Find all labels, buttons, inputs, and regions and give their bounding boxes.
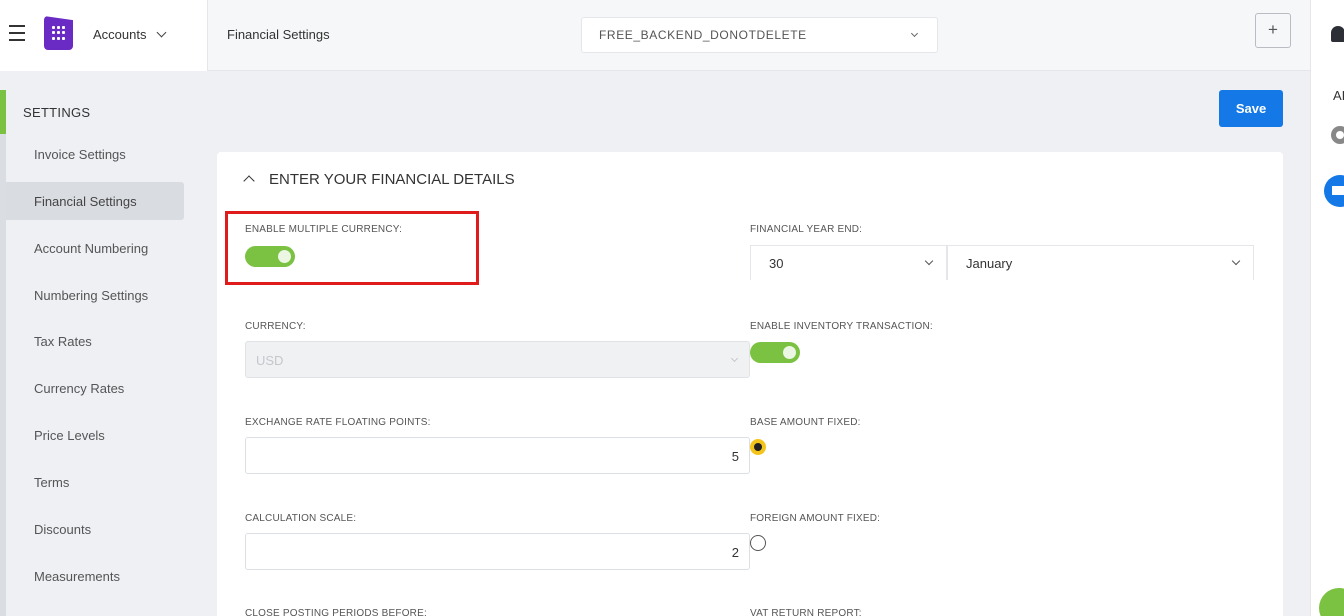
card-title: ENTER YOUR FINANCIAL DETAILS: [269, 171, 515, 188]
calculation-scale-input[interactable]: 2: [245, 533, 750, 570]
gear-icon[interactable]: [1331, 126, 1344, 144]
chevron-down-icon: [157, 27, 167, 38]
ai-label[interactable]: AI: [1333, 88, 1344, 103]
sidebar-heading: SETTINGS: [23, 105, 91, 120]
close-posting-periods-label: CLOSE POSTING PERIODS BEFORE:: [245, 608, 427, 616]
page-title: Financial Settings: [227, 27, 330, 42]
sidebar-item-measurements[interactable]: Measurements: [6, 557, 184, 595]
sidebar-item-numbering-settings[interactable]: Numbering Settings: [6, 276, 184, 314]
sidebar-item-account-numbering[interactable]: Account Numbering: [6, 229, 184, 267]
foreign-amount-fixed-label: FOREIGN AMOUNT FIXED:: [750, 513, 881, 524]
app-header: Accounts: [0, 0, 208, 71]
chat-icon[interactable]: [1319, 588, 1344, 616]
calculation-scale-label: CALCULATION SCALE:: [245, 513, 357, 524]
enable-multiple-currency-toggle[interactable]: [245, 246, 295, 267]
toggle-knob: [278, 250, 291, 263]
enable-multiple-currency-label: ENABLE MULTIPLE CURRENCY:: [245, 224, 403, 235]
chevron-up-icon: [243, 175, 255, 187]
vat-return-report-label: VAT RETURN REPORT:: [750, 608, 862, 616]
financial-year-end-label: FINANCIAL YEAR END:: [750, 224, 863, 235]
mail-icon[interactable]: [1324, 175, 1344, 207]
sidebar-item-tax-rates[interactable]: Tax Rates: [6, 322, 184, 360]
company-selector[interactable]: FREE_BACKEND_DONOTDELETE: [581, 17, 938, 53]
enable-inventory-transaction-toggle[interactable]: [750, 342, 800, 363]
chevron-down-icon: [1231, 256, 1241, 266]
right-rail: AI: [1310, 0, 1344, 616]
top-bar: Accounts Financial Settings FREE_BACKEND…: [0, 0, 1310, 71]
sidebar-item-terms[interactable]: Terms: [6, 463, 184, 501]
sidebar-item-discounts[interactable]: Discounts: [6, 510, 184, 548]
financial-details-card: ENTER YOUR FINANCIAL DETAILS ENABLE MULT…: [217, 152, 1283, 616]
currency-value: USD: [256, 353, 284, 368]
toggle-knob: [783, 346, 796, 359]
chevron-down-icon: [910, 29, 919, 38]
settings-sidebar: SETTINGS Invoice Settings Financial Sett…: [0, 72, 208, 616]
financial-year-end-day-value: 30: [769, 256, 784, 271]
sidebar-item-financial-settings[interactable]: Financial Settings: [6, 182, 184, 220]
chevron-down-icon: [924, 256, 934, 266]
add-button[interactable]: +: [1255, 13, 1291, 48]
company-selector-value: FREE_BACKEND_DONOTDELETE: [599, 28, 807, 42]
exchange-rate-floating-points-input[interactable]: 5: [245, 437, 750, 474]
accounts-menu-label: Accounts: [93, 27, 147, 42]
bell-icon[interactable]: [1331, 26, 1344, 42]
sidebar-item-invoice-settings[interactable]: Invoice Settings: [6, 135, 184, 173]
hamburger-menu-icon[interactable]: [9, 25, 25, 43]
base-amount-fixed-label: BASE AMOUNT FIXED:: [750, 417, 861, 428]
sidebar-accent-bar: [0, 90, 6, 134]
base-amount-fixed-radio[interactable]: [750, 439, 766, 455]
chevron-down-icon: [730, 354, 739, 363]
financial-details-toggle[interactable]: ENTER YOUR FINANCIAL DETAILS: [243, 171, 515, 188]
foreign-amount-fixed-radio[interactable]: [750, 535, 766, 551]
exchange-rate-floating-points-label: EXCHANGE RATE FLOATING POINTS:: [245, 417, 431, 428]
currency-select: USD: [245, 341, 750, 378]
accounts-menu[interactable]: Accounts: [93, 27, 167, 42]
financial-year-end-day-select[interactable]: 30: [750, 245, 947, 280]
sidebar-item-currency-rates[interactable]: Currency Rates: [6, 369, 184, 407]
save-button[interactable]: Save: [1219, 90, 1283, 127]
financial-year-end-month-value: January: [966, 256, 1013, 271]
app-logo[interactable]: [44, 16, 73, 50]
financial-year-end-month-select[interactable]: January: [947, 245, 1254, 280]
sidebar-item-price-levels[interactable]: Price Levels: [6, 416, 184, 454]
enable-inventory-transaction-label: ENABLE INVENTORY TRANSACTION:: [750, 321, 933, 332]
currency-label: CURRENCY:: [245, 321, 306, 332]
